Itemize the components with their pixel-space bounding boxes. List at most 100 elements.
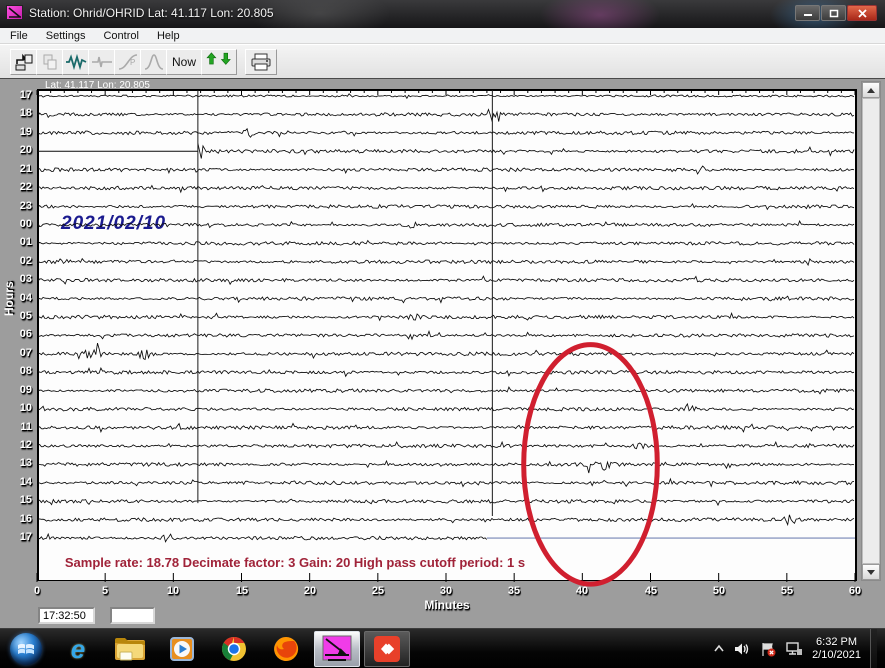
helicorder-panel: Lat: 41.117 Lon: 20.805 2021/02/10 Sampl… (0, 78, 885, 628)
hour-label: 17 (6, 89, 32, 101)
menubar: File Settings Control Help (0, 28, 885, 44)
windows-start-icon (10, 633, 42, 665)
taskbar-item-chrome[interactable] (214, 631, 254, 667)
vertical-scrollbar[interactable] (861, 81, 881, 581)
export-icon (14, 52, 34, 72)
waveform-icon (65, 52, 87, 72)
hour-label: 01 (6, 236, 32, 248)
window-title: Station: Ohrid/OHRID Lat: 41.117 Lon: 20… (29, 6, 274, 20)
hour-label: 22 (6, 181, 32, 193)
taskbar-item-internet-explorer[interactable]: e (58, 631, 98, 667)
hour-label: 19 (6, 126, 32, 138)
minute-tick-label: 45 (636, 585, 666, 597)
app-icon (6, 5, 23, 20)
maximize-button[interactable] (821, 5, 846, 21)
action-center-flag-icon[interactable] (760, 642, 776, 657)
hour-label: 07 (6, 347, 32, 359)
minute-tick-label: 30 (431, 585, 461, 597)
up-arrow-icon (867, 88, 875, 93)
printer-icon (250, 52, 272, 72)
hour-label: 00 (6, 218, 32, 230)
hour-label: 18 (6, 107, 32, 119)
hidden-icons-chevron[interactable] (713, 644, 725, 654)
scrollbar-down-button[interactable] (862, 564, 880, 580)
scrollbar-up-button[interactable] (862, 82, 880, 98)
lowpass-filter-button-disabled[interactable] (140, 49, 167, 75)
start-button[interactable] (6, 631, 46, 667)
x-axis-title: Minutes (402, 598, 492, 612)
scrollbar-thumb[interactable] (862, 98, 880, 564)
red-diamond-app-icon (372, 635, 402, 663)
taskbar-item-remote-desktop[interactable] (364, 631, 410, 667)
acquisition-info-text: Sample rate: 18.78 Decimate factor: 3 Ga… (39, 555, 551, 570)
network-icon[interactable] (785, 642, 803, 656)
hour-label: 15 (6, 494, 32, 506)
taskbar-item-firefox[interactable] (266, 631, 306, 667)
scroll-updown-button[interactable] (201, 49, 237, 75)
hour-label: 23 (6, 200, 32, 212)
minute-tick-label: 60 (840, 585, 870, 597)
seismograph-app-icon (322, 635, 352, 663)
screen-glare (540, 0, 660, 28)
date-annotation: 2021/02/10 (61, 213, 166, 235)
current-time-field[interactable]: 17:32:50 (38, 607, 95, 624)
hour-label: 13 (6, 457, 32, 469)
volume-icon[interactable] (734, 642, 751, 656)
filter-curve-icon: P (117, 52, 139, 72)
media-player-icon (168, 635, 196, 663)
copy-button-disabled[interactable] (36, 49, 63, 75)
copy-icon (40, 52, 60, 72)
plot-background: 2021/02/10 (37, 89, 857, 581)
taskbar-item-media-player[interactable] (162, 631, 202, 667)
hour-label: 08 (6, 365, 32, 377)
bell-curve-icon (143, 52, 165, 72)
hour-label: 02 (6, 255, 32, 267)
hour-label: 04 (6, 292, 32, 304)
show-desktop-button[interactable] (870, 629, 877, 668)
minute-tick-label: 55 (772, 585, 802, 597)
hour-label: 06 (6, 328, 32, 340)
folder-icon (113, 635, 147, 663)
green-down-arrow-icon (221, 53, 230, 64)
secondary-time-field[interactable] (110, 607, 155, 624)
chrome-icon (220, 635, 248, 663)
minute-tick-label: 15 (227, 585, 257, 597)
menu-control[interactable]: Control (94, 29, 147, 43)
menu-settings[interactable]: Settings (37, 29, 95, 43)
green-up-arrow-icon (207, 53, 216, 64)
taskbar: e (0, 628, 885, 668)
hour-label: 16 (6, 513, 32, 525)
hour-label: 09 (6, 384, 32, 396)
taskbar-item-seismograph-app-active[interactable] (314, 631, 360, 667)
hour-label: 03 (6, 273, 32, 285)
trace-view-button-disabled[interactable] (88, 49, 115, 75)
minute-tick-label: 25 (363, 585, 393, 597)
print-button[interactable] (245, 49, 277, 75)
now-button[interactable]: Now (166, 49, 202, 75)
hour-label: 21 (6, 163, 32, 175)
trace-icon (91, 52, 113, 72)
close-button[interactable] (847, 5, 877, 21)
export-data-button[interactable] (10, 49, 37, 75)
clock-time: 6:32 PM (812, 636, 861, 649)
hour-label: 17 (6, 531, 32, 543)
down-arrow-icon (867, 570, 875, 575)
highpass-filter-button-disabled[interactable]: P (114, 49, 141, 75)
taskbar-item-file-explorer[interactable] (110, 631, 150, 667)
hour-label: 05 (6, 310, 32, 322)
titlebar: Station: Ohrid/OHRID Lat: 41.117 Lon: 20… (0, 0, 885, 28)
menu-help[interactable]: Help (148, 29, 189, 43)
minute-tick-label: 50 (704, 585, 734, 597)
minute-tick-label: 35 (499, 585, 529, 597)
toolbar: P Now (0, 44, 885, 78)
hour-label: 12 (6, 439, 32, 451)
menu-file[interactable]: File (0, 29, 37, 43)
hour-label: 10 (6, 402, 32, 414)
svg-text:P: P (130, 58, 135, 67)
hour-label: 11 (6, 421, 32, 433)
desktop-screen: Station: Ohrid/OHRID Lat: 41.117 Lon: 20… (0, 0, 885, 668)
taskbar-clock[interactable]: 6:32 PM 2/10/2021 (812, 636, 861, 662)
waveform-view-button[interactable] (62, 49, 89, 75)
minimize-button[interactable] (795, 5, 820, 21)
hour-label: 20 (6, 144, 32, 156)
